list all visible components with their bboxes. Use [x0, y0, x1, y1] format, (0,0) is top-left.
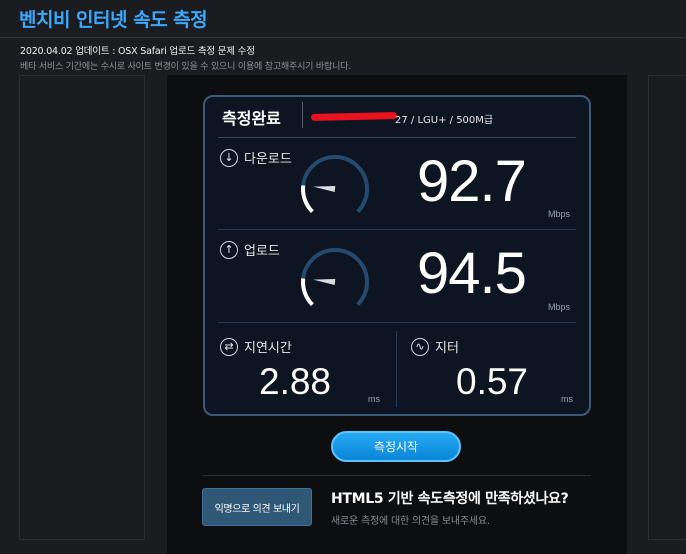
gauge-fill	[301, 185, 314, 214]
swap-arrows-icon: ⇄	[220, 337, 238, 356]
latency-label: ⇄ 지연시간	[220, 337, 292, 356]
download-gauge	[301, 155, 369, 214]
pulse-wave-icon: ∿	[411, 337, 429, 356]
survey-question: HTML5 기반 속도측정에 만족하셨나요?	[331, 491, 569, 507]
download-label: ↓ 다운로드	[220, 148, 292, 167]
anonymous-feedback-button[interactable]: 익명으로 의견 보내기	[202, 488, 312, 526]
isp-info: 27 / LGU+ / 500M급	[395, 115, 494, 126]
gauge-track	[301, 155, 369, 214]
page-title: 벤치비 인터넷 속도 측정	[19, 9, 208, 31]
upload-label-text: 업로드	[244, 244, 280, 259]
jitter-unit: ms	[561, 394, 573, 404]
left-ad-column	[19, 75, 145, 540]
latency-value: 2.88	[259, 361, 332, 402]
latency-unit: ms	[368, 394, 380, 404]
start-test-button[interactable]: 측정시작	[331, 431, 461, 462]
upload-label: ↑ 업로드	[220, 240, 280, 259]
header-separator	[302, 102, 303, 128]
upload-arrow-icon: ↑	[220, 240, 238, 259]
jitter-label: ∿ 지터	[411, 337, 459, 356]
update-notice: 2020.04.02 업데이트 : OSX Safari 업로드 측정 문제 수…	[20, 46, 255, 57]
upload-unit: Mbps	[548, 302, 571, 312]
gauge-fill	[301, 278, 314, 307]
jitter-label-text: 지터	[435, 341, 459, 356]
upload-value: 94.5	[417, 241, 527, 306]
gauge-needle	[313, 186, 336, 192]
redaction-mark	[310, 112, 398, 121]
gauge-track	[301, 248, 369, 307]
download-divider	[218, 229, 576, 230]
gauge-needle	[313, 279, 336, 285]
speedtest-panel: 측정완료 27 / LGU+ / 500M급 ↓ 다운로드 92.7 Mbps …	[167, 75, 627, 554]
footer-divider	[203, 475, 591, 476]
survey-subtext: 새로운 측정에 대한 의견을 보내주세요.	[331, 516, 490, 527]
title-divider	[0, 37, 686, 38]
download-arrow-icon: ↓	[220, 148, 238, 167]
jitter-value: 0.57	[456, 361, 529, 402]
download-unit: Mbps	[548, 209, 571, 219]
right-ad-column	[648, 75, 686, 540]
result-card: 측정완료 27 / LGU+ / 500M급 ↓ 다운로드 92.7 Mbps …	[203, 95, 591, 416]
status-label: 측정완료	[222, 109, 281, 128]
latency-label-text: 지연시간	[244, 341, 292, 356]
upload-gauge	[301, 248, 369, 307]
upload-divider	[218, 322, 576, 323]
stats-separator	[396, 331, 397, 407]
result-header: 측정완료 27 / LGU+ / 500M급	[205, 97, 589, 137]
download-value: 92.7	[417, 149, 527, 214]
header-divider	[218, 137, 576, 138]
download-label-text: 다운로드	[244, 152, 292, 167]
beta-notice: 베타 서비스 기간에는 수시로 사이트 변경이 있을 수 있으니 이용에 참고해…	[20, 62, 351, 72]
